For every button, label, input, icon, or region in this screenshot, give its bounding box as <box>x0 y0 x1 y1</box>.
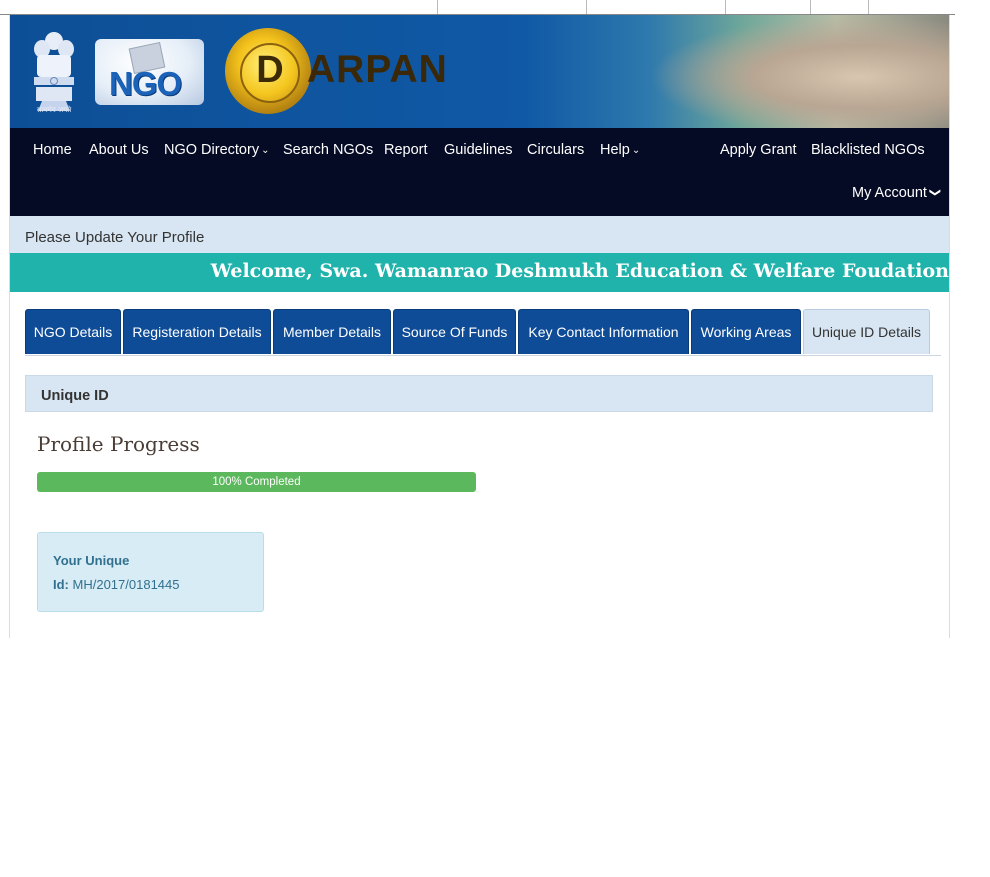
nav-home-label: Home <box>33 142 72 158</box>
nav-ngo-directory[interactable]: NGO Directory ⌄ <box>164 142 269 158</box>
darpan-wordmark: ARPAN <box>307 48 448 91</box>
nav-ngo-directory-label: NGO Directory <box>164 142 260 158</box>
page-frame: सत्यमेव जयते NGO D ARPAN Home About Us N… <box>9 15 950 638</box>
toolbar-divider <box>810 0 811 14</box>
tab-unique-id-details[interactable]: Unique ID Details <box>803 309 930 354</box>
nav-about-us-label: About Us <box>89 142 149 158</box>
unique-id-value: MH/2017/0181445 <box>72 577 180 592</box>
tab-key-contact-information[interactable]: Key Contact Information <box>518 309 689 354</box>
profile-progress-fill: 100% Completed <box>37 472 476 492</box>
ngo-logo-text: NGO <box>109 65 182 102</box>
tab-working-areas[interactable]: Working Areas <box>691 309 801 354</box>
nav-report-label: Report <box>384 142 428 158</box>
nav-blacklisted-ngos-label: Blacklisted NGOs <box>811 142 925 158</box>
tab-source-of-funds[interactable]: Source Of Funds <box>393 309 516 354</box>
darpan-letter: D <box>256 49 284 91</box>
nav-circulars-label: Circulars <box>527 142 585 158</box>
toolbar-divider <box>586 0 587 14</box>
tab-member-details[interactable]: Member Details <box>273 309 391 354</box>
nav-my-account-label: My Account <box>852 185 927 201</box>
tab-ngo-details[interactable]: NGO Details <box>25 309 121 354</box>
nav-guidelines-label: Guidelines <box>444 142 513 158</box>
toolbar-divider <box>437 0 438 14</box>
header-hands-image <box>649 15 949 128</box>
welcome-banner: Welcome, Swa. Wamanrao Deshmukh Educatio… <box>10 253 949 292</box>
profile-progress-bar: 100% Completed <box>37 472 476 492</box>
update-profile-notice: Please Update Your Profile <box>25 229 205 246</box>
national-emblem-icon <box>34 32 74 111</box>
nav-home[interactable]: Home <box>33 142 72 158</box>
nav-report[interactable]: Report <box>384 142 428 158</box>
chevron-down-icon: ❯ <box>929 187 942 198</box>
profile-tabs: NGO Details Registeration Details Member… <box>25 309 941 356</box>
main-navigation: Home About Us NGO Directory ⌄ Search NGOs… <box>10 128 949 216</box>
nav-apply-grant-label: Apply Grant <box>720 142 797 158</box>
unique-id-line: Id: MH/2017/0181445 <box>53 577 180 592</box>
unique-id-box: Your Unique Id: MH/2017/0181445 <box>37 532 264 612</box>
tab-registration-details[interactable]: Registeration Details <box>123 309 271 354</box>
profile-progress-title: Profile Progress <box>37 432 200 456</box>
nav-blacklisted-ngos[interactable]: Blacklisted NGOs <box>811 142 925 158</box>
darpan-coin-icon: D <box>225 28 311 114</box>
unique-id-label-suffix: Id: <box>53 577 69 592</box>
ngo-logo[interactable]: NGO <box>95 39 204 105</box>
site-header-banner: सत्यमेव जयते NGO D ARPAN <box>10 15 949 128</box>
nav-my-account[interactable]: My Account ❯ <box>852 185 942 201</box>
nav-search-ngos-label: Search NGOs <box>283 142 374 158</box>
emblem-caption: सत्यमेव जयते <box>36 106 72 114</box>
nav-circulars[interactable]: Circulars <box>527 142 584 158</box>
nav-search-ngos[interactable]: Search NGOs <box>283 142 373 158</box>
nav-apply-grant[interactable]: Apply Grant <box>720 142 797 158</box>
toolbar-divider <box>868 0 869 14</box>
nav-about-us[interactable]: About Us <box>89 142 149 158</box>
chevron-down-icon: ⌄ <box>631 145 641 156</box>
section-title: Unique ID <box>41 388 109 404</box>
unique-id-section-header: Unique ID <box>25 375 933 412</box>
nav-guidelines[interactable]: Guidelines <box>444 142 513 158</box>
welcome-message: Welcome, Swa. Wamanrao Deshmukh Educatio… <box>210 260 949 282</box>
nav-help-label: Help <box>600 142 630 158</box>
nav-help[interactable]: Help ⌄ <box>600 142 640 158</box>
unique-id-label: Your Unique <box>53 553 130 568</box>
chevron-down-icon: ⌄ <box>261 145 270 156</box>
toolbar-divider <box>725 0 726 14</box>
update-profile-bar: Please Update Your Profile <box>10 216 949 253</box>
